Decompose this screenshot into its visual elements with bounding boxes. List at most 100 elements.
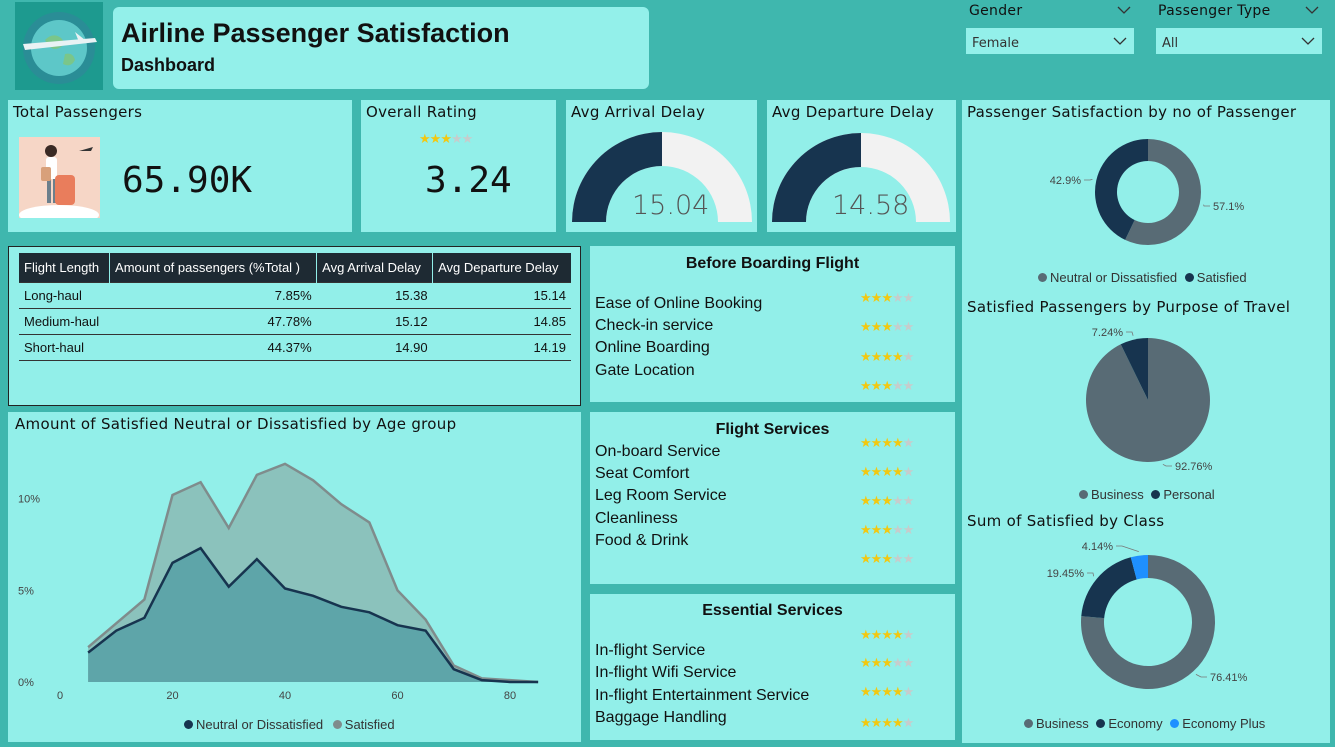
table-cell: Long-haul (19, 281, 110, 309)
legend-item[interactable]: Neutral or Dissatisfied (1038, 270, 1177, 285)
rating-stars: ★★★★★ (860, 656, 915, 671)
legend-item[interactable]: Business (1079, 487, 1144, 502)
star-icon: ★ (891, 716, 904, 731)
legend-item[interactable]: Business (1024, 716, 1089, 731)
star-icon: ★ (860, 436, 872, 451)
before-boarding-panel: Before Boarding Flight Ease of Online Bo… (590, 246, 955, 402)
service-item: In-flight Entertainment Service (595, 687, 810, 704)
satisfaction-donut-chart[interactable]: 57.1% 42.9% (962, 125, 1330, 275)
table-cell: 7.85% (109, 281, 317, 309)
service-item: Seat Comfort (595, 465, 690, 482)
table-row: Medium-haul 47.78% 15.12 14.85 (19, 308, 571, 335)
essential-services-title: Essential Services (702, 602, 843, 619)
star-icon: ★ (881, 350, 893, 365)
service-item: In-flight Service (595, 642, 706, 659)
star-icon: ★ (891, 523, 904, 538)
total-passengers-value: 65.90K (122, 160, 253, 201)
service-item: Cleanliness (595, 510, 678, 527)
leader-line (1116, 545, 1139, 552)
star-icon: ★ (870, 350, 883, 365)
service-item: Check-in service (595, 317, 714, 334)
slice-label: 42.9% (1050, 175, 1081, 187)
legend-label: Satisfied (344, 717, 395, 732)
gender-collapse-icon[interactable] (1116, 5, 1132, 15)
column-header[interactable]: Avg Arrival Delay (316, 253, 434, 282)
column-header[interactable]: Amount of passengers (%Total ) (109, 253, 318, 282)
star-icon: ★ (891, 656, 904, 671)
y-tick-label: 10% (18, 494, 40, 506)
star-icon: ★ (891, 291, 904, 306)
star-icon: ★ (881, 320, 893, 335)
star-icon: ★ (891, 628, 904, 643)
logo (15, 2, 103, 90)
table-cell: 15.38 (316, 281, 433, 309)
gender-dropdown[interactable]: Female (966, 28, 1134, 54)
class-pie-title: Sum of Satisfied by Class (967, 512, 1165, 530)
legend-item[interactable]: Economy Plus (1170, 716, 1265, 731)
star-icon: ★ (902, 379, 915, 394)
pie-slice[interactable] (1081, 557, 1137, 619)
avg-departure-delay-label: Avg Departure Delay (772, 103, 935, 121)
passenger-type-dropdown-value: All (1162, 36, 1179, 51)
leader-line (1195, 674, 1207, 678)
column-header[interactable]: Flight Length (19, 253, 111, 282)
legend-label: Neutral or Dissatisfied (1050, 270, 1178, 285)
star-icon: ★ (902, 523, 915, 538)
passenger-type-dropdown[interactable]: All (1156, 28, 1322, 54)
star-icon: ★ (881, 552, 893, 567)
purpose-pie-chart[interactable]: 92.76% 7.24% (962, 320, 1330, 485)
star-icon: ★ (881, 523, 893, 538)
leader-line (1126, 331, 1134, 336)
service-item: Food & Drink (595, 532, 689, 549)
passenger-type-collapse-icon[interactable] (1304, 5, 1320, 15)
slice-label: 92.76% (1175, 461, 1213, 473)
star-icon: ★ (860, 350, 872, 365)
slice-label: 76.41% (1210, 672, 1248, 684)
star-icon: ★ (450, 132, 463, 147)
star-icon: ★ (870, 291, 883, 306)
legend-item-satisfied[interactable]: Satisfied (332, 717, 395, 732)
star-icon: ★ (902, 656, 915, 671)
globe-plane-icon (23, 12, 97, 84)
column-header[interactable]: Avg Departure Delay (432, 253, 571, 282)
service-item: On-board Service (595, 443, 721, 460)
star-icon: ★ (902, 320, 915, 335)
star-icon: ★ (870, 685, 883, 700)
star-icon: ★ (870, 716, 883, 731)
class-donut-chart[interactable]: 76.41% 19.45% 4.14% (962, 532, 1330, 712)
legend-item[interactable]: Satisfied (1184, 270, 1247, 285)
star-icon: ★ (881, 436, 893, 451)
table-cell: 44.37% (109, 334, 317, 361)
x-tick-label: 20 (166, 690, 178, 702)
gender-slicer-label: Gender (969, 3, 1023, 19)
flight-length-table: Flight Length Amount of passengers (%Tot… (19, 253, 571, 361)
flight-services-panel: Flight Services On-board Service Seat Co… (590, 412, 955, 584)
star-icon: ★ (870, 628, 883, 643)
star-icon: ★ (440, 132, 452, 147)
overall-rating-stars: ★★★★★ (419, 132, 473, 147)
purpose-legend: Business Personal (1079, 487, 1215, 502)
class-legend: Business Economy Economy Plus (1024, 716, 1265, 731)
legend-item[interactable]: Economy (1096, 716, 1163, 731)
star-icon: ★ (881, 685, 893, 700)
slice-label: 57.1% (1213, 201, 1244, 213)
star-icon: ★ (881, 291, 893, 306)
slice-label: 7.24% (1092, 327, 1123, 339)
star-icon: ★ (881, 379, 893, 394)
age-group-area-chart[interactable]: 0% 5% 10% 0 20 40 60 80 (8, 412, 581, 742)
avg-arrival-delay-label: Avg Arrival Delay (571, 103, 706, 121)
star-icon: ★ (881, 465, 893, 480)
rating-stars: ★★★★★ (860, 379, 915, 394)
legend-label: Neutral or Dissatisfied (196, 717, 324, 732)
star-icon: ★ (860, 465, 872, 480)
chevron-down-icon (1113, 37, 1127, 45)
legend-label: Satisfied (1196, 270, 1247, 285)
avg-arrival-delay-card: Avg Arrival Delay 15.04 (566, 100, 757, 232)
y-tick-label: 0% (18, 677, 34, 689)
legend-dot (1038, 273, 1047, 282)
legend-item[interactable]: Personal (1151, 487, 1215, 502)
table-header-row: Flight Length Amount of passengers (%Tot… (19, 253, 571, 282)
star-icon: ★ (870, 552, 883, 567)
legend-item-neutral[interactable]: Neutral or Dissatisfied (184, 717, 323, 732)
total-passengers-label: Total Passengers (13, 103, 143, 121)
